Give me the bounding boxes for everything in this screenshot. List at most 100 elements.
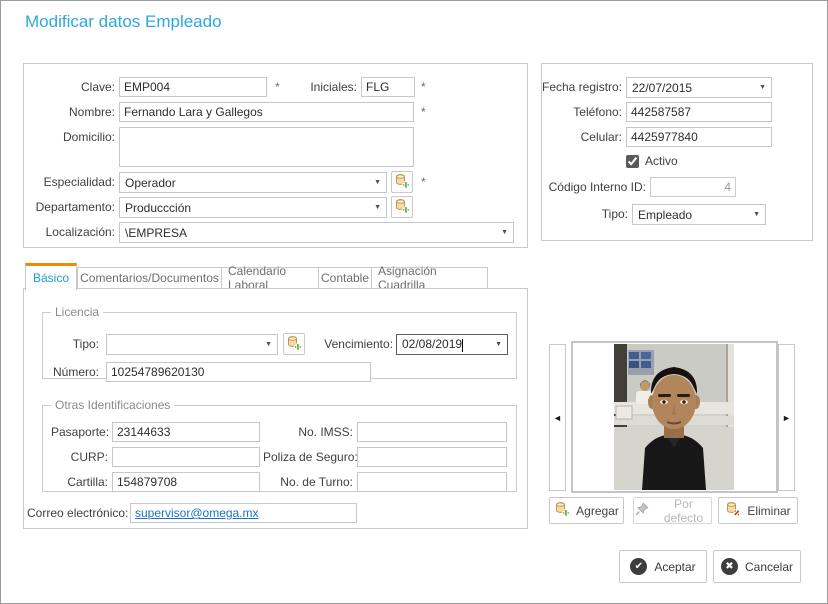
poliza-seguro-input[interactable] [357, 447, 507, 467]
tab-calendario-laboral[interactable]: Calendario Laboral [221, 264, 319, 292]
cancelar-button[interactable]: ✖ Cancelar [713, 550, 801, 583]
nombre-input[interactable] [119, 102, 414, 122]
page-title: Modificar datos Empleado [25, 12, 222, 31]
no-imss-label: No. IMSS: [298, 425, 353, 439]
arrow-right-icon: ► [782, 412, 791, 423]
add-departamento-button[interactable] [391, 196, 413, 218]
pushpin-icon [634, 501, 650, 520]
telefono-input[interactable] [626, 102, 772, 122]
nombre-label: Nombre: [68, 105, 115, 119]
activo-label: Activo [645, 154, 678, 168]
vencimiento-date-select[interactable]: 02/08/2019 ▼ [396, 334, 508, 355]
database-add-icon [394, 198, 410, 217]
arrow-left-icon: ◄ [553, 412, 562, 423]
celular-input[interactable] [626, 127, 772, 147]
licencia-tipo-select[interactable]: ▼ [106, 334, 278, 355]
cross-circle-icon: ✖ [720, 558, 738, 575]
departamento-select[interactable]: Produccción ▼ [119, 197, 387, 218]
correo-input[interactable]: supervisor@omega.mx [130, 503, 357, 523]
tab-asignacion-cuadrilla[interactable]: Asignación Cuadrilla [371, 264, 488, 292]
dropdown-arrow-icon: ▼ [374, 179, 381, 186]
aceptar-button[interactable]: ✔ Aceptar [619, 550, 707, 583]
vencimiento-value: 02/08/2019 [402, 337, 463, 352]
eliminar-photo-button[interactable]: Eliminar [718, 497, 798, 524]
activo-checkbox[interactable] [626, 154, 639, 168]
tab-comentarios-documentos[interactable]: Comentarios/Documentos [77, 267, 222, 289]
required-asterisk: * [421, 175, 426, 189]
departamento-value: Produccción [125, 200, 192, 215]
telefono-label: Teléfono: [573, 105, 622, 119]
cartilla-label: Cartilla: [67, 475, 108, 489]
database-add-icon [554, 501, 570, 520]
vencimiento-label: Vencimiento: [324, 337, 393, 351]
dropdown-arrow-icon: ▼ [759, 84, 766, 91]
registro-group: Fecha registro: 22/07/2015 ▼ Teléfono: C… [541, 63, 813, 241]
especialidad-select[interactable]: Operador ▼ [119, 172, 387, 193]
tab-basico[interactable]: Básico [25, 263, 77, 290]
tab-panel-basico: Licencia Tipo: ▼ Vencimiento: 02/08/2019… [23, 288, 528, 529]
employee-photo-image [614, 344, 734, 490]
clave-input[interactable] [119, 77, 267, 97]
codigo-interno-label: Código Interno ID: [548, 180, 646, 194]
text-cursor [462, 338, 464, 352]
poliza-seguro-label: Poliza de Seguro: [263, 450, 358, 464]
agregar-label: Agregar [576, 503, 619, 518]
dropdown-arrow-icon: ▼ [753, 211, 760, 218]
pasaporte-input[interactable] [112, 422, 260, 442]
activo-checkbox-row: Activo [626, 154, 678, 168]
iniciales-label: Iniciales: [310, 80, 357, 94]
celular-label: Celular: [580, 130, 622, 144]
localizacion-select[interactable]: \EMPRESA ▼ [119, 222, 514, 243]
photo-next-button[interactable]: ► [778, 344, 795, 491]
tab-contable[interactable]: Contable [318, 267, 372, 289]
dropdown-arrow-icon: ▼ [495, 341, 502, 348]
modificar-datos-empleado-window: Modificar datos Empleado Clave: * Inicia… [0, 0, 828, 604]
database-delete-icon [725, 501, 741, 520]
licencia-group: Licencia Tipo: ▼ Vencimiento: 02/08/2019… [42, 305, 517, 382]
general-info-group: Clave: * Iniciales: * Nombre: * Domicili… [23, 63, 528, 248]
especialidad-value: Operador [125, 175, 176, 190]
no-turno-input[interactable] [357, 472, 507, 492]
por-defecto-button[interactable]: Por defecto [633, 496, 712, 525]
domicilio-label: Domicilio: [62, 130, 115, 144]
add-especialidad-button[interactable] [391, 171, 413, 193]
cartilla-input[interactable] [112, 472, 260, 492]
licencia-tipo-label: Tipo: [72, 337, 99, 351]
licencia-numero-input[interactable] [106, 362, 371, 382]
curp-input[interactable] [112, 447, 260, 467]
photo-prev-button[interactable]: ◄ [549, 344, 566, 491]
tipo-empleado-select[interactable]: Empleado ▼ [632, 204, 766, 225]
fecha-registro-select[interactable]: 22/07/2015 ▼ [626, 77, 772, 98]
tipo-empleado-value: Empleado [638, 207, 693, 222]
tipo-empleado-label: Tipo: [601, 207, 628, 221]
agregar-photo-button[interactable]: Agregar [549, 497, 624, 524]
required-asterisk: * [421, 80, 426, 94]
iniciales-input[interactable] [361, 77, 415, 97]
cancelar-label: Cancelar [744, 559, 794, 574]
database-add-icon [394, 173, 410, 192]
domicilio-textarea[interactable] [119, 127, 414, 167]
localizacion-value: \EMPRESA [125, 225, 188, 240]
employee-photo [571, 341, 778, 493]
dropdown-arrow-icon: ▼ [374, 204, 381, 211]
fecha-registro-value: 22/07/2015 [632, 80, 693, 95]
no-turno-label: No. de Turno: [280, 475, 353, 489]
localizacion-label: Localización: [45, 225, 115, 239]
eliminar-label: Eliminar [747, 503, 791, 518]
pasaporte-label: Pasaporte: [51, 425, 110, 439]
por-defecto-label: Por defecto [663, 496, 704, 525]
dropdown-arrow-icon: ▼ [265, 341, 272, 348]
required-asterisk: * [275, 80, 280, 94]
no-imss-input[interactable] [357, 422, 507, 442]
add-licencia-tipo-button[interactable] [283, 333, 305, 355]
fecha-registro-label: Fecha registro: [542, 80, 623, 94]
aceptar-label: Aceptar [654, 559, 696, 574]
otras-identificaciones-group: Otras Identificaciones Pasaporte: CURP: … [42, 398, 517, 492]
licencia-numero-label: Número: [52, 365, 99, 379]
correo-link[interactable]: supervisor@omega.mx [135, 506, 259, 520]
departamento-label: Departamento: [35, 200, 115, 214]
required-asterisk: * [421, 105, 426, 119]
codigo-interno-input [650, 177, 736, 197]
database-add-icon [286, 335, 302, 354]
otras-identificaciones-legend: Otras Identificaciones [55, 398, 171, 412]
